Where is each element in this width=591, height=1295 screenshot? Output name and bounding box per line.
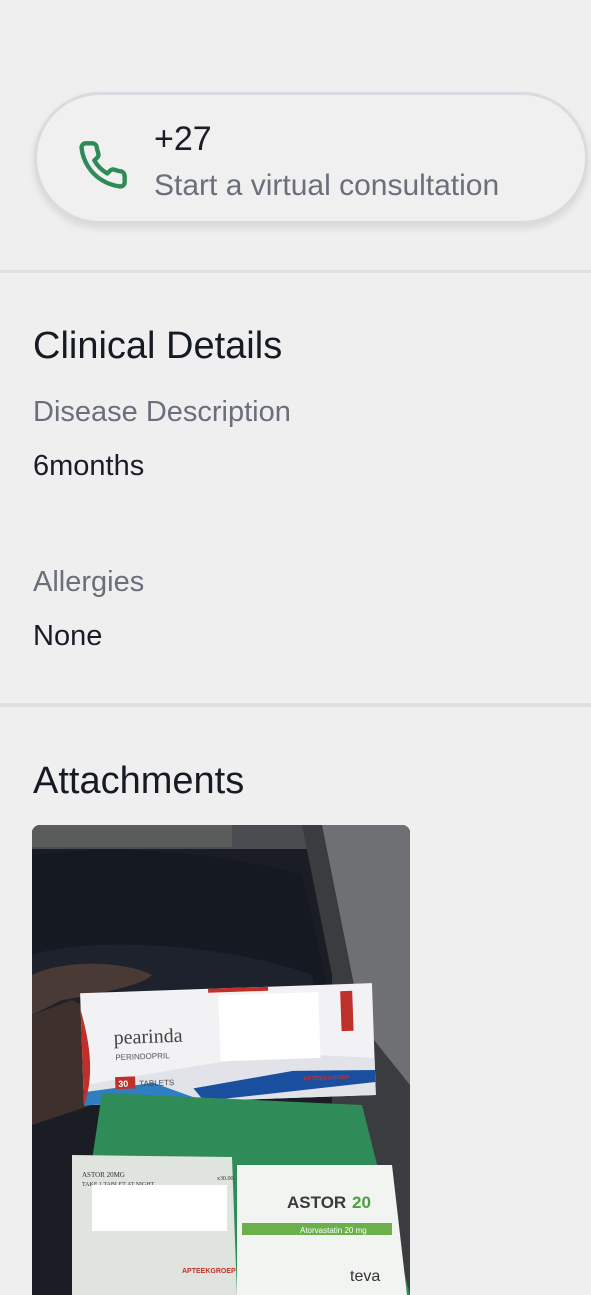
box2-price: x30.00 bbox=[217, 1176, 234, 1182]
attachments-heading: Attachments bbox=[33, 760, 245, 802]
box2-stamp: APTEEKGROEP bbox=[182, 1268, 236, 1275]
phone-number: +27 bbox=[154, 120, 212, 158]
section-divider bbox=[0, 270, 591, 273]
disease-description-label: Disease Description bbox=[33, 396, 291, 428]
phone-icon bbox=[79, 141, 127, 189]
clinical-details-heading: Clinical Details bbox=[33, 325, 283, 367]
box2-maker: teva bbox=[350, 1268, 380, 1285]
box2-brand: ASTOR bbox=[287, 1193, 346, 1212]
medication-photo: pearinda PERINDOPRIL 30 TABLETS APTEEKGR… bbox=[32, 825, 410, 1295]
box1-generic: PERINDOPRIL bbox=[115, 1051, 170, 1062]
disease-description-value: 6months bbox=[33, 450, 145, 482]
attachment-photo[interactable]: pearinda PERINDOPRIL 30 TABLETS APTEEKGR… bbox=[32, 825, 410, 1295]
box2-label-title: ASTOR 20MG bbox=[82, 1171, 125, 1179]
box1-count: 30 bbox=[118, 1079, 128, 1089]
allergies-label: Allergies bbox=[33, 566, 145, 598]
section-divider bbox=[0, 703, 591, 707]
virtual-consultation-button[interactable]: +27 Start a virtual consultation bbox=[34, 92, 588, 224]
box2-strength: 20 bbox=[352, 1193, 371, 1212]
box1-tablets: TABLETS bbox=[139, 1078, 174, 1088]
allergies-value: None bbox=[33, 620, 103, 652]
box1-brand: pearinda bbox=[113, 1025, 183, 1049]
box2-generic: Atorvastatin 20 mg bbox=[300, 1226, 367, 1235]
consultation-label: Start a virtual consultation bbox=[154, 169, 500, 202]
